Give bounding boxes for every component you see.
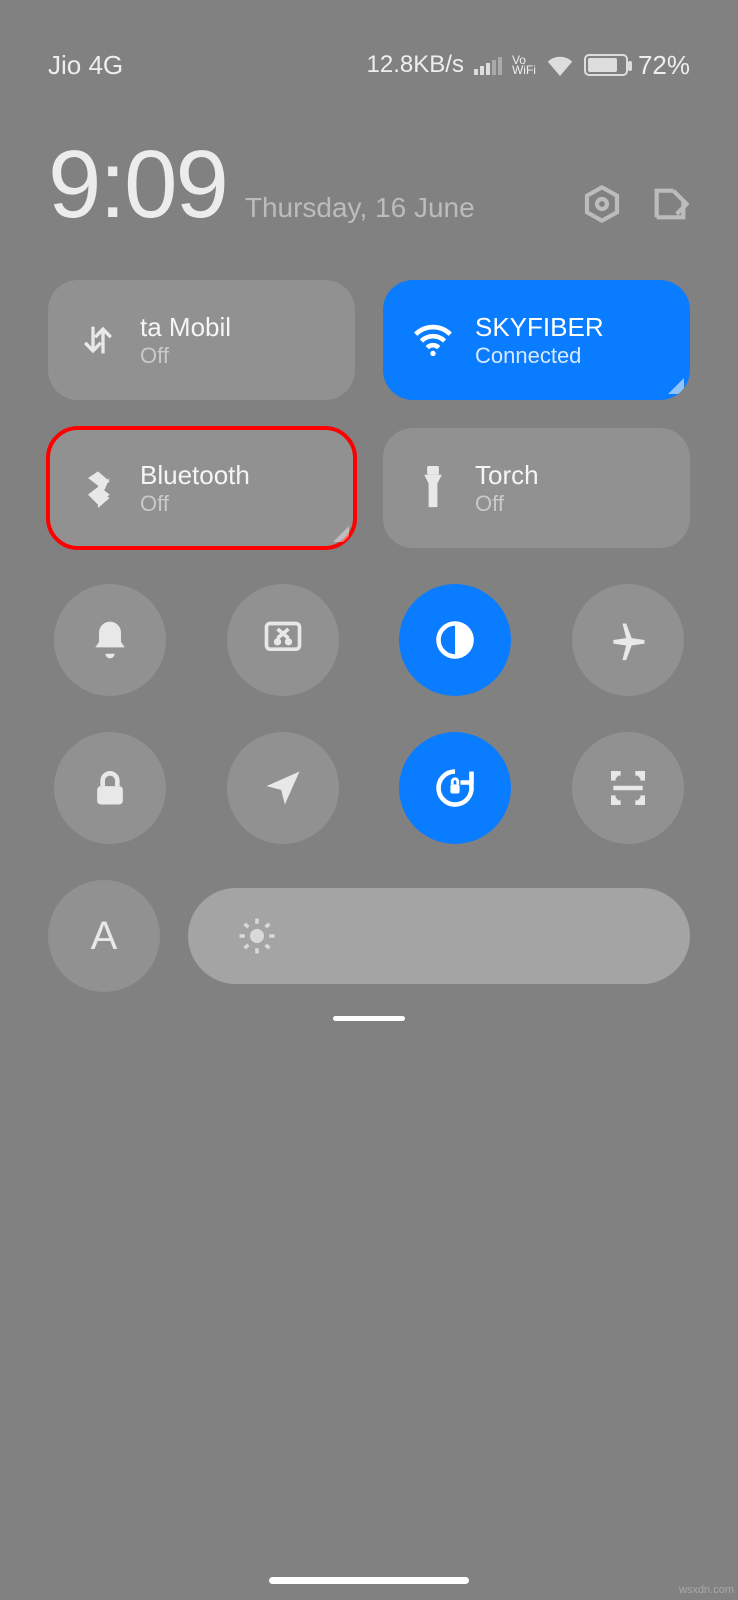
nav-bar-handle[interactable] [269, 1577, 469, 1584]
torch-title: Torch [475, 460, 539, 491]
mobile-data-tile[interactable]: ta Mobil Off [48, 280, 355, 400]
watermark: wsxdn.com [679, 1584, 734, 1596]
bluetooth-title: Bluetooth [140, 460, 250, 491]
scissors-screen-icon [261, 618, 305, 662]
auto-brightness-label: A [91, 914, 118, 959]
bluetooth-tile[interactable]: Bluetooth Off [48, 428, 355, 548]
status-bar: Jio 4G 12.8KB/s VoWiFi 72% [0, 0, 738, 130]
lock-icon [88, 766, 132, 810]
airplane-icon [606, 618, 650, 662]
rotation-lock-icon [433, 766, 477, 810]
dnd-toggle[interactable] [54, 584, 166, 696]
mobile-data-sub: Off [140, 343, 231, 369]
edit-icon[interactable] [650, 184, 690, 224]
wifi-title: SKYFIBER [475, 312, 604, 343]
expand-corner-icon [333, 526, 349, 542]
vowifi-icon: VoWiFi [512, 55, 536, 75]
brightness-slider[interactable] [188, 888, 690, 984]
mobile-data-title: ta Mobil [140, 312, 231, 343]
wifi-status-icon [546, 54, 574, 76]
drag-handle[interactable] [333, 1016, 405, 1021]
scanner-toggle[interactable] [572, 732, 684, 844]
status-right: 12.8KB/s VoWiFi 72% [367, 50, 690, 81]
net-speed: 12.8KB/s [367, 51, 464, 79]
sun-icon [236, 915, 278, 957]
airplane-toggle[interactable] [572, 584, 684, 696]
bell-icon [88, 618, 132, 662]
bluetooth-sub: Off [140, 491, 250, 517]
location-arrow-icon [261, 766, 305, 810]
torch-sub: Off [475, 491, 539, 517]
data-arrows-icon [78, 320, 118, 360]
battery-icon [584, 54, 628, 76]
battery-percent: 72% [638, 50, 690, 81]
wifi-tile[interactable]: SKYFIBER Connected [383, 280, 690, 400]
dark-mode-toggle[interactable] [399, 584, 511, 696]
signal-icon [474, 55, 502, 75]
rotation-lock-toggle[interactable] [399, 732, 511, 844]
settings-icon[interactable] [582, 184, 622, 224]
clock-date: Thursday, 16 June [245, 192, 564, 240]
torch-tile[interactable]: Torch Off [383, 428, 690, 548]
clock-time: 9:09 [48, 130, 227, 240]
scan-icon [606, 766, 650, 810]
wifi-icon [410, 317, 456, 363]
contrast-icon [433, 618, 477, 662]
expand-corner-icon [668, 378, 684, 394]
carrier-label: Jio 4G [48, 50, 123, 81]
clock-row: 9:09 Thursday, 16 June [0, 130, 738, 240]
bluetooth-icon [78, 468, 118, 508]
torch-icon [415, 466, 451, 510]
screenshot-toggle[interactable] [227, 584, 339, 696]
auto-brightness-button[interactable]: A [48, 880, 160, 992]
lock-toggle[interactable] [54, 732, 166, 844]
location-toggle[interactable] [227, 732, 339, 844]
wifi-sub: Connected [475, 343, 604, 369]
